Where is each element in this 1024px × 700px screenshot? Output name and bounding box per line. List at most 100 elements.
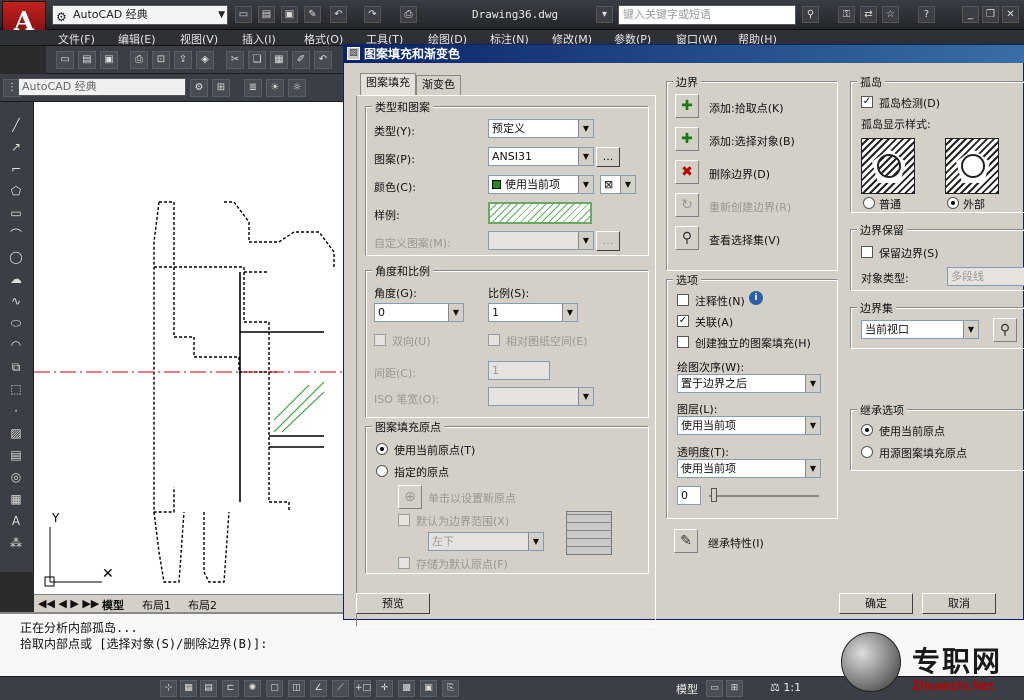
plot-icon[interactable]: ⎙ (400, 6, 417, 23)
star-icon[interactable]: ☆ (882, 6, 899, 23)
menu-format[interactable]: 格式(O) (304, 31, 343, 47)
bulb-icon[interactable]: ☀ (266, 79, 284, 97)
type-select[interactable]: 预定义 ▼ (488, 119, 594, 138)
store-default-checkbox[interactable] (398, 557, 410, 569)
construction-line-icon[interactable]: ↗ (7, 138, 25, 156)
transparency-number-input[interactable]: 0 (677, 486, 701, 505)
custom-browse-button[interactable]: ... (596, 231, 620, 251)
table-icon[interactable]: ▦ (7, 490, 25, 508)
drawing-canvas[interactable]: Y ✕ (34, 102, 356, 594)
search-input[interactable]: 键入关键字或短语 (618, 5, 796, 25)
remove-boundary-label[interactable]: 删除边界(D) (709, 166, 770, 182)
use-current-origin-radio[interactable] (376, 443, 388, 455)
recreate-boundary-icon[interactable]: ↻ (675, 193, 699, 217)
arc-icon[interactable]: ⌒ (7, 226, 25, 244)
line-icon[interactable]: ╱ (7, 116, 25, 134)
menu-edit[interactable]: 编辑(E) (118, 31, 156, 47)
layer-manager-icon[interactable]: ≣ (244, 79, 262, 97)
dialog-title-bar[interactable]: ▨ 图案填充和渐变色 (344, 45, 1024, 63)
open-icon[interactable]: ▤ (258, 6, 275, 23)
island-outer-preview[interactable] (945, 138, 999, 194)
remove-boundary-icon[interactable]: ✖ (675, 160, 699, 184)
add-select-label[interactable]: 添加:选择对象(B) (709, 133, 795, 149)
inherit-properties-icon[interactable]: ✎ (674, 529, 698, 553)
angle-select[interactable]: 0 ▼ (374, 303, 464, 322)
close-icon[interactable]: ✕ (1002, 6, 1019, 23)
background-color-select[interactable]: ⊠ ▼ (600, 175, 636, 194)
ellipse-icon[interactable]: ⬭ (7, 314, 25, 332)
publish-icon[interactable]: ⇪ (174, 51, 192, 69)
annotative-checkbox[interactable] (677, 294, 689, 306)
tab-model[interactable]: 模型 (102, 597, 124, 613)
ellipse-arc-icon[interactable]: ◠ (7, 336, 25, 354)
scale-select[interactable]: 1 ▼ (488, 303, 578, 322)
save-icon[interactable]: ▣ (281, 6, 298, 23)
cut-icon[interactable]: ✂ (226, 51, 244, 69)
island-detect-checkbox[interactable]: ✓ (861, 96, 873, 108)
island-outer-radio[interactable] (947, 197, 959, 209)
region-icon[interactable]: ◎ (7, 468, 25, 486)
open-icon[interactable]: ▤ (78, 51, 96, 69)
undo-icon[interactable]: ↶ (314, 51, 332, 69)
key-icon[interactable]: ⚿ (838, 6, 855, 23)
island-normal-preview[interactable] (861, 138, 915, 194)
3d-icon[interactable]: ◈ (196, 51, 214, 69)
magnifier-icon[interactable]: ⚲ (675, 226, 699, 250)
view-selection-label[interactable]: 查看选择集(V) (709, 232, 780, 248)
undo-icon[interactable]: ↶ (330, 6, 347, 23)
ducs-icon[interactable]: ⟋ (332, 680, 349, 697)
new-boundary-set-icon[interactable]: ⚲ (993, 318, 1017, 342)
mtext-icon[interactable]: A (7, 512, 25, 530)
custom-pattern-select[interactable]: ▼ (488, 231, 594, 250)
gear-icon[interactable]: ⚙ (190, 79, 208, 97)
rectangle-icon[interactable]: ▭ (7, 204, 25, 222)
set-origin-icon[interactable]: ⊕ (398, 485, 422, 509)
polar-icon[interactable]: ✺ (244, 680, 261, 697)
associative-checkbox[interactable]: ✓ (677, 315, 689, 327)
minimize-icon[interactable]: _ (962, 6, 979, 23)
quick-props-icon[interactable]: ▣ (420, 680, 437, 697)
quickview-layout-icon[interactable]: ▭ (706, 680, 723, 697)
transparency-select[interactable]: 使用当前项 ▼ (677, 459, 821, 478)
match-icon[interactable]: ✐ (292, 51, 310, 69)
retain-boundary-checkbox[interactable] (861, 246, 873, 258)
island-normal-radio[interactable] (863, 197, 875, 209)
transparency-slider-thumb[interactable] (711, 488, 717, 502)
otrack-icon[interactable]: ∠ (310, 680, 327, 697)
iso-pen-select[interactable]: ▼ (488, 387, 594, 406)
menu-insert[interactable]: 插入(I) (242, 31, 276, 47)
redo-icon[interactable]: ↷ (364, 6, 381, 23)
inherit-properties-button[interactable]: 继承特性(I) (708, 535, 764, 551)
inherit-current-origin-radio[interactable] (861, 424, 873, 436)
add-selected-icon[interactable]: ⁂ (7, 534, 25, 552)
menu-file[interactable]: 文件(F) (58, 31, 95, 47)
help-icon[interactable]: ? (918, 6, 935, 23)
hatch-sample[interactable] (488, 202, 592, 224)
workspace-combo[interactable]: AutoCAD 经典 (18, 78, 186, 96)
selection-cycling-icon[interactable]: ⎘ (442, 680, 459, 697)
quickview-drawings-icon[interactable]: ⊞ (726, 680, 743, 697)
ortho-icon[interactable]: ⊏ (222, 680, 239, 697)
save-icon[interactable]: ▣ (100, 51, 118, 69)
circle-icon[interactable]: ◯ (7, 248, 25, 266)
copy-icon[interactable]: ❏ (248, 51, 266, 69)
grid-icon[interactable]: ▦ (180, 680, 197, 697)
pattern-select[interactable]: ANSI31 ▼ (488, 147, 594, 166)
boundary-set-select[interactable]: 当前视口 ▼ (861, 320, 979, 339)
model-space-label[interactable]: 模型 (676, 681, 698, 697)
insert-block-icon[interactable]: ⧉ (7, 358, 25, 376)
transparency-icon[interactable]: ▩ (398, 680, 415, 697)
restore-icon[interactable]: ❐ (982, 6, 999, 23)
new-icon[interactable]: ▭ (235, 6, 252, 23)
tab-nav-arrows[interactable]: ◀◀ ◀ ▶ ▶▶ (38, 597, 99, 610)
cancel-button[interactable]: 取消 (922, 593, 996, 614)
preview-button[interactable]: 预览 (356, 593, 430, 614)
polyline-icon[interactable]: ⌐ (7, 160, 25, 178)
osnap-icon[interactable]: ▢ (266, 680, 283, 697)
menu-view[interactable]: 视图(V) (180, 31, 218, 47)
lineweight-icon[interactable]: ✛ (376, 680, 393, 697)
paste-icon[interactable]: ▦ (270, 51, 288, 69)
polygon-icon[interactable]: ⬠ (7, 182, 25, 200)
3dosnap-icon[interactable]: ◫ (288, 680, 305, 697)
add-select-icon[interactable]: ✚ (675, 127, 699, 151)
